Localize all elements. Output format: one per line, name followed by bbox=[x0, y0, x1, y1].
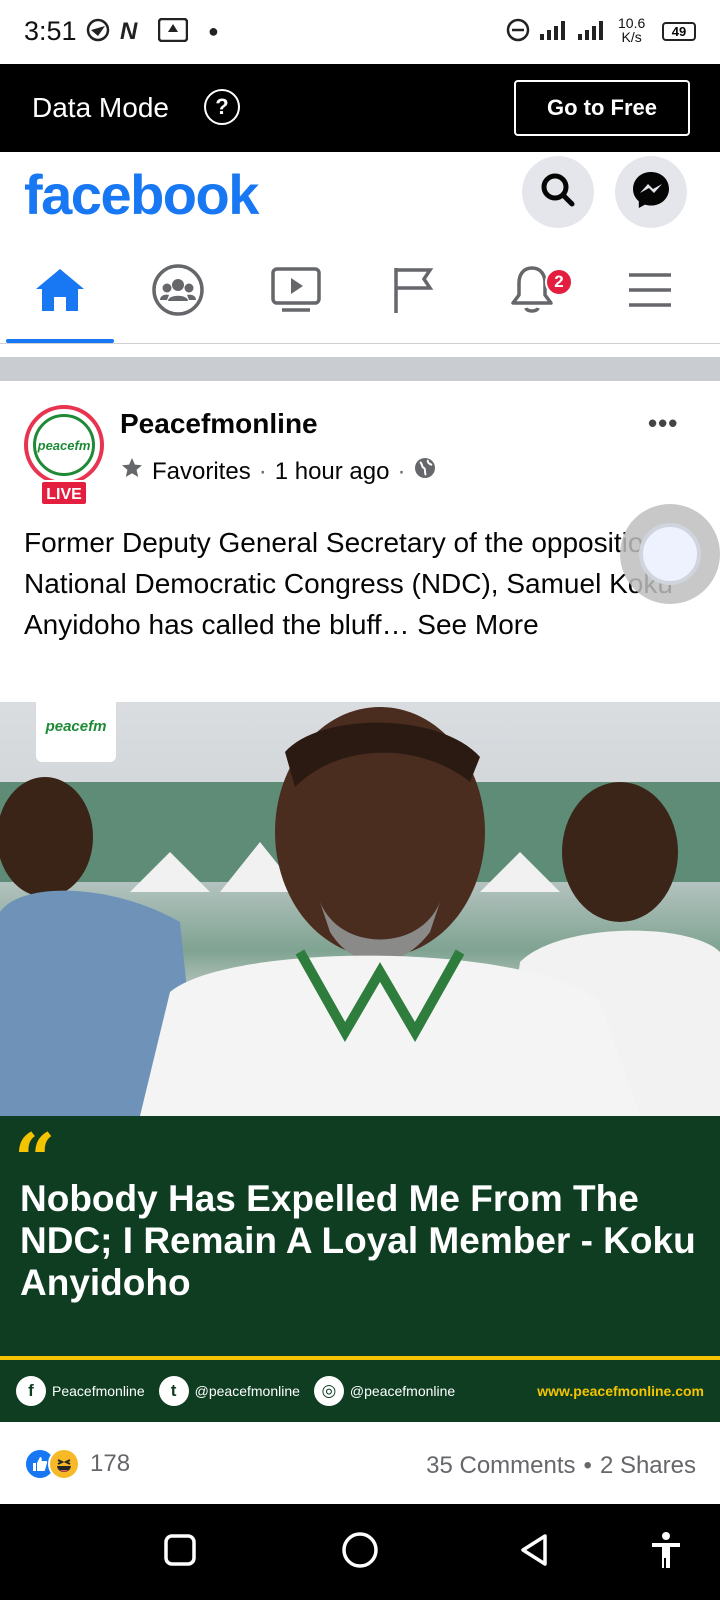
circle-icon bbox=[341, 1531, 379, 1574]
help-icon[interactable]: ? bbox=[204, 89, 240, 125]
speed-value: 10.6 bbox=[618, 15, 646, 31]
n-app-icon: N bbox=[120, 18, 138, 45]
reaction-count: 178 bbox=[90, 1450, 131, 1477]
flag-icon bbox=[392, 265, 436, 320]
main-nav bbox=[0, 240, 720, 344]
status-time: 3:51 bbox=[24, 16, 77, 46]
floating-assistive-button[interactable] bbox=[620, 504, 720, 604]
live-badge: LIVE bbox=[40, 480, 88, 506]
video-icon bbox=[270, 266, 322, 319]
tab-menu[interactable] bbox=[590, 240, 710, 344]
dnd-icon bbox=[506, 18, 530, 48]
notification-badge: 2 bbox=[545, 268, 573, 296]
meta-separator: · bbox=[397, 457, 406, 485]
post-meta: Favorites · 1 hour ago · bbox=[120, 456, 437, 487]
search-button[interactable] bbox=[522, 156, 594, 228]
social-handle: @peacefmonline bbox=[194, 1383, 300, 1399]
tab-notifications[interactable] bbox=[472, 240, 592, 344]
assistive-touch-icon bbox=[639, 523, 701, 585]
social-handle: Peacefmonline bbox=[52, 1383, 145, 1399]
notification-app-icon bbox=[157, 17, 189, 48]
system-navigation-bar bbox=[0, 1504, 720, 1600]
favorites-label: Favorites bbox=[152, 457, 251, 485]
shares-count[interactable]: 2 Shares bbox=[600, 1452, 696, 1480]
haha-icon bbox=[48, 1448, 80, 1480]
twitter-icon: t bbox=[158, 1376, 189, 1406]
image-headline: Nobody Has Expelled Me From The NDC; I R… bbox=[20, 1178, 696, 1303]
home-icon bbox=[34, 267, 86, 318]
data-mode-title: Data Mode bbox=[32, 92, 169, 123]
facebook-icon: f bbox=[16, 1376, 46, 1406]
groups-icon bbox=[151, 263, 205, 322]
post-image[interactable]: peacefm “ Nobody Has Expelled Me From Th… bbox=[0, 702, 720, 1422]
engagement-separator: • bbox=[583, 1452, 592, 1479]
quote-panel: “ Nobody Has Expelled Me From The NDC; I… bbox=[0, 1116, 720, 1356]
status-bar: 3:51 N ● 10.6 K/s 49 bbox=[0, 0, 720, 64]
meta-separator: · bbox=[258, 457, 267, 485]
recents-button[interactable] bbox=[158, 1530, 202, 1574]
hamburger-icon bbox=[627, 270, 673, 315]
go-to-free-button[interactable]: Go to Free bbox=[514, 80, 690, 136]
post-text[interactable]: Former Deputy General Secretary of the o… bbox=[24, 522, 696, 645]
square-icon bbox=[163, 1533, 197, 1572]
search-icon bbox=[538, 170, 578, 215]
photo-koku-anyidoho bbox=[0, 702, 720, 1116]
facebook-logo[interactable]: facebook bbox=[24, 162, 259, 227]
active-tab-indicator bbox=[6, 339, 114, 343]
messenger-icon bbox=[630, 169, 672, 216]
avatar-logo: peacefm bbox=[33, 414, 95, 476]
see-more-link[interactable]: See More bbox=[410, 609, 538, 640]
social-instagram: ◎ @peacefmonline bbox=[313, 1376, 456, 1406]
comments-count[interactable]: 35 Comments bbox=[426, 1452, 575, 1480]
post-time[interactable]: 1 hour ago bbox=[275, 458, 390, 486]
signal-icon bbox=[540, 18, 612, 48]
tab-home[interactable] bbox=[0, 240, 120, 344]
feed-separator bbox=[0, 357, 720, 381]
globe-icon bbox=[413, 456, 437, 487]
image-social-bar: f Peacefmonline t @peacefmonline ◎ @peac… bbox=[0, 1360, 720, 1422]
post-body: Former Deputy General Secretary of the o… bbox=[24, 527, 673, 640]
tab-groups[interactable] bbox=[118, 240, 238, 344]
page-avatar[interactable]: peacefm bbox=[24, 405, 104, 485]
battery-icon: 49 bbox=[662, 22, 696, 41]
social-facebook: f Peacefmonline bbox=[16, 1376, 145, 1406]
social-twitter: t @peacefmonline bbox=[158, 1376, 300, 1406]
speed-unit: K/s bbox=[621, 29, 642, 45]
network-speed: 10.6 K/s bbox=[618, 16, 645, 44]
messenger-button[interactable] bbox=[615, 156, 687, 228]
back-triangle-icon bbox=[517, 1532, 551, 1573]
home-button[interactable] bbox=[338, 1530, 382, 1574]
star-icon bbox=[120, 456, 144, 487]
tab-watch[interactable] bbox=[236, 240, 356, 344]
site-url: www.peacefmonline.com bbox=[537, 1383, 704, 1399]
image-watermark-logo: peacefm bbox=[36, 702, 116, 762]
dot-icon: ● bbox=[208, 21, 219, 41]
wind-icon bbox=[86, 18, 110, 48]
social-handle: @peacefmonline bbox=[349, 1383, 456, 1399]
tab-pages[interactable] bbox=[354, 240, 474, 344]
accessibility-button[interactable] bbox=[644, 1530, 688, 1574]
engagement-summary: 35 Comments • 2 Shares bbox=[426, 1452, 696, 1480]
page-name[interactable]: Peacefmonline bbox=[120, 408, 318, 440]
back-button[interactable] bbox=[512, 1530, 556, 1574]
reactions-summary[interactable]: 178 bbox=[24, 1448, 130, 1480]
post-options-button[interactable]: ••• bbox=[648, 408, 678, 439]
instagram-icon: ◎ bbox=[313, 1376, 344, 1406]
accessibility-icon bbox=[649, 1531, 683, 1574]
